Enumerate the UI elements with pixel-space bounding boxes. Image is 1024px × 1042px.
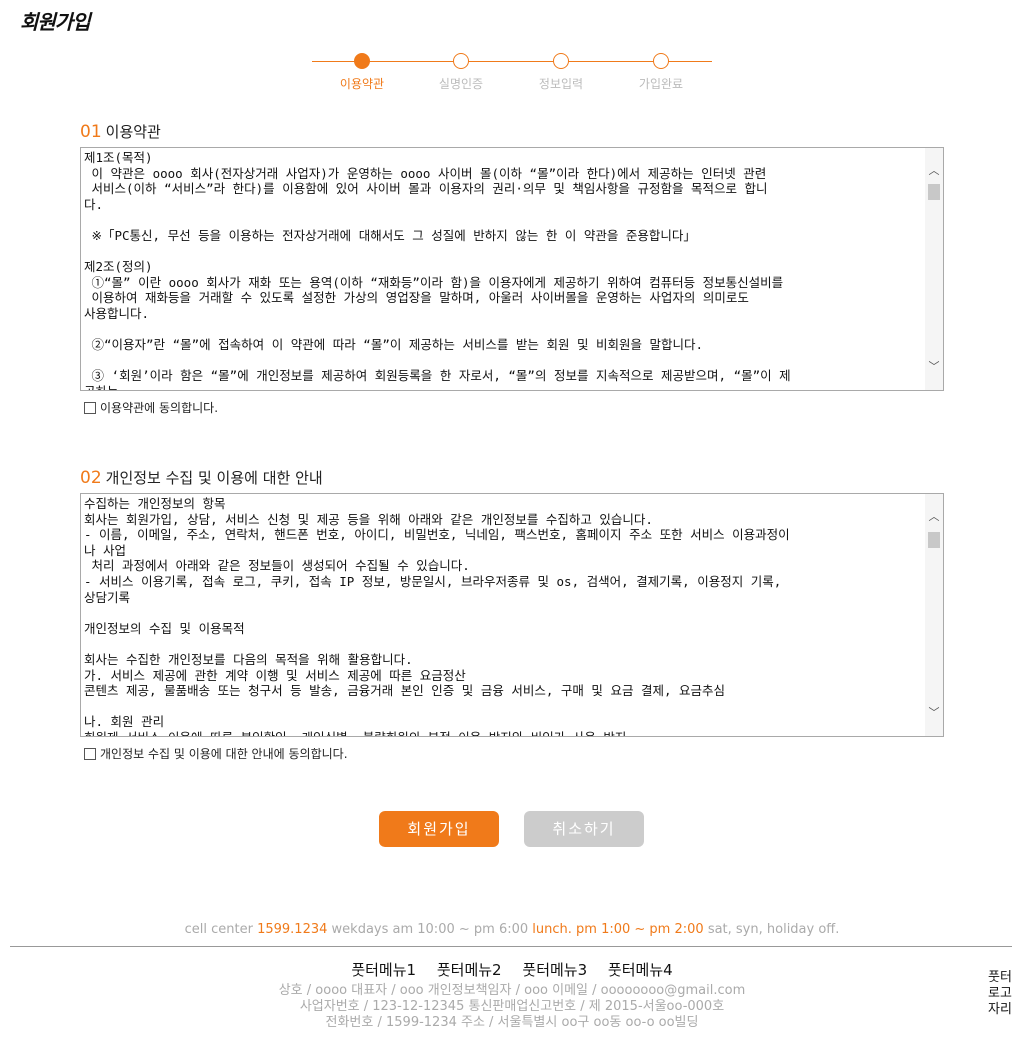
- footer-logo-line: 풋터: [988, 970, 1012, 985]
- step-dot: [453, 53, 469, 69]
- section-title-text: 개인정보 수집 및 이용에 대한 안내: [105, 469, 323, 487]
- step-info: 정보입력: [511, 52, 611, 92]
- terms-text: 제1조(목적) 이 약관은 oooo 회사(전자상거래 사업자)가 운영하는 o…: [84, 150, 791, 390]
- privacy-section-title: 02 개인정보 수집 및 이용에 대한 안내: [80, 467, 323, 488]
- call-center-info: cell center 1599.1234 wekdays am 10:00 ~…: [0, 922, 1024, 937]
- terms-scrollbar[interactable]: ︿ ﹀: [925, 148, 943, 390]
- privacy-text: 수집하는 개인정보의 항목 회사는 회원가입, 상담, 서비스 신청 및 제공 …: [84, 496, 790, 736]
- footer-menu-item[interactable]: 풋터메뉴1: [351, 961, 416, 979]
- step-terms: 이용약관: [312, 52, 412, 92]
- footer-info-line: 상호 / oooo 대표자 / ooo 개인정보책임자 / ooo 이메일 / …: [278, 983, 746, 998]
- page-logo-title: 회원가입: [20, 10, 91, 34]
- scroll-thumb[interactable]: [928, 532, 940, 548]
- footer-menu-item[interactable]: 풋터메뉴3: [522, 961, 587, 979]
- signup-steps: 이용약관 실명인증 정보입력 가입완료: [312, 52, 712, 92]
- section-number: 02: [80, 468, 102, 488]
- step-label: 실명인증: [438, 77, 484, 91]
- scroll-thumb[interactable]: [928, 184, 940, 200]
- join-button[interactable]: 회원가입: [379, 811, 499, 847]
- scroll-up-icon[interactable]: ︿: [925, 508, 943, 526]
- step-dot: [653, 53, 669, 69]
- footer-divider: [10, 946, 1012, 947]
- terms-agree-checkbox[interactable]: [84, 401, 96, 414]
- footer-logo-placeholder: 풋터 로고 자리: [984, 970, 1016, 1018]
- footer-logo-line: 자리: [988, 1002, 1012, 1017]
- cc-hours: wekdays am 10:00 ~ pm 6:00: [331, 922, 529, 937]
- privacy-scrollbar[interactable]: ︿ ﹀: [925, 494, 943, 736]
- footer-menu-item[interactable]: 풋터메뉴2: [437, 961, 502, 979]
- terms-agree[interactable]: 이용약관에 동의합니다.: [84, 399, 218, 416]
- cc-lunch: lunch. pm 1:00 ~ pm 2:00: [532, 922, 704, 937]
- section-title-text: 이용약관: [105, 123, 161, 141]
- step-label: 정보입력: [538, 77, 584, 91]
- privacy-textarea[interactable]: 수집하는 개인정보의 항목 회사는 회원가입, 상담, 서비스 신청 및 제공 …: [80, 493, 944, 737]
- step-label: 이용약관: [339, 77, 385, 91]
- step-label: 가입완료: [638, 77, 684, 91]
- footer-menu-item[interactable]: 풋터메뉴4: [608, 961, 673, 979]
- cc-prefix: cell center: [184, 922, 253, 937]
- cancel-button[interactable]: 취소하기: [524, 811, 644, 847]
- step-complete: 가입완료: [611, 52, 711, 92]
- step-dot: [553, 53, 569, 69]
- footer-info-line: 사업자번호 / 123-12-12345 통신판매업신고번호 / 제 2015-…: [299, 999, 725, 1014]
- footer-company-info: 상호 / oooo 대표자 / ooo 개인정보책임자 / ooo 이메일 / …: [0, 983, 1024, 1031]
- footer-logo-line: 로고: [988, 986, 1012, 1001]
- scroll-up-icon[interactable]: ︿: [925, 162, 943, 180]
- scroll-down-icon[interactable]: ﹀: [925, 704, 943, 722]
- privacy-agree-checkbox[interactable]: [84, 747, 96, 760]
- step-dot: [354, 53, 370, 69]
- terms-textarea[interactable]: 제1조(목적) 이 약관은 oooo 회사(전자상거래 사업자)가 운영하는 o…: [80, 147, 944, 391]
- footer-info-line: 전화번호 / 1599-1234 주소 / 서울특별시 oo구 oo동 oo-o…: [325, 1015, 699, 1030]
- section-number: 01: [80, 122, 102, 142]
- cc-phone: 1599.1234: [257, 922, 328, 937]
- terms-agree-label: 이용약관에 동의합니다.: [100, 401, 219, 415]
- step-verify: 실명인증: [411, 52, 511, 92]
- privacy-agree[interactable]: 개인정보 수집 및 이용에 대한 안내에 동의합니다.: [84, 745, 348, 762]
- terms-section-title: 01 이용약관: [80, 121, 161, 142]
- scroll-down-icon[interactable]: ﹀: [925, 358, 943, 376]
- privacy-agree-label: 개인정보 수집 및 이용에 대한 안내에 동의합니다.: [100, 747, 348, 761]
- cc-off: sat, syn, holiday off.: [707, 922, 840, 937]
- footer-menu: 풋터메뉴1 풋터메뉴2 풋터메뉴3 풋터메뉴4: [0, 959, 1024, 980]
